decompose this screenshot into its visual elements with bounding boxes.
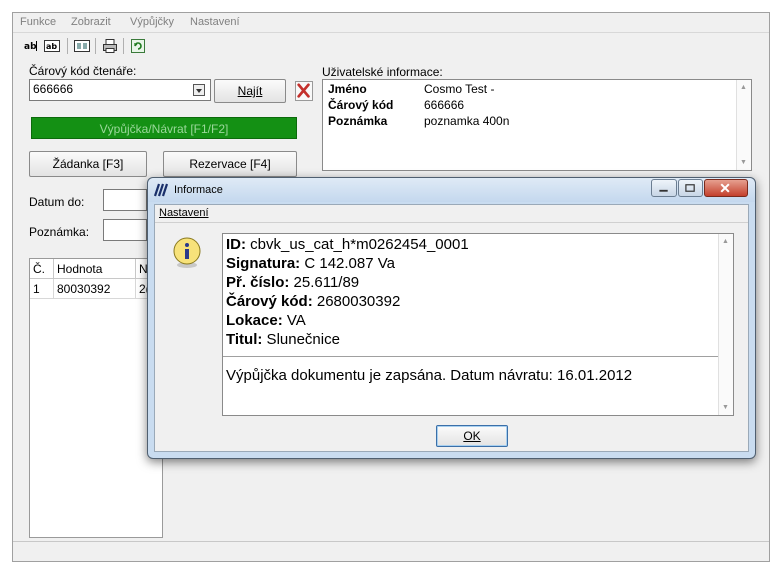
request-button[interactable]: Žádanka [F3] [29,151,147,177]
dialog-body: Nastavení ID: cbvk_us_cat_h*m0262454_000… [154,204,749,452]
minimize-button[interactable] [651,179,677,197]
info-icon [171,237,203,269]
loan-message: Výpůjčka dokumentu je zapsána. Datum náv… [226,367,633,384]
status-bar [13,541,769,561]
refresh-icon[interactable] [129,37,147,55]
close-button[interactable] [704,179,748,197]
user-info-scrollbar[interactable]: ▲ ▼ [736,80,751,170]
column-header-number[interactable]: Č. [30,259,54,279]
note-label: Poznámka: [29,225,90,239]
dialog-title: Informace [174,184,223,196]
loan-return-button[interactable]: Výpůjčka/Návrat [F1/F2] [31,117,297,139]
menu-funkce[interactable]: Funkce [20,16,56,28]
reader-barcode-input[interactable]: 666666 [29,79,211,101]
note-input[interactable] [103,219,147,241]
user-info-row: Jméno Cosmo Test - [328,82,495,96]
user-info-panel: Jméno Cosmo Test - Čárový kód 666666 Pozná… [322,79,752,171]
column-header-value[interactable]: Hodnota [54,259,136,279]
dropdown-arrow-icon[interactable] [193,84,205,96]
information-dialog: Informace Nastavení ID: cbvk_us_cat_h*m0… [147,177,756,459]
text-field-icon[interactable]: ab [23,37,41,55]
user-info-label: Uživatelské informace: [322,65,443,79]
svg-text:ab: ab [24,42,37,52]
app-logo-icon [153,183,170,197]
form-view-icon[interactable] [73,37,91,55]
dialog-title-bar[interactable]: Informace [148,178,755,202]
record-signature: Signatura: C 142.087 Va [226,255,395,272]
reservation-button[interactable]: Rezervace [F4] [163,151,297,177]
print-icon[interactable] [101,37,119,55]
find-button[interactable]: Najít [214,79,286,103]
dialog-message-box: ID: cbvk_us_cat_h*m0262454_0001 Signatur… [222,233,734,416]
message-scrollbar[interactable]: ▲ ▼ [718,234,733,415]
text-box-icon[interactable]: ab [43,37,61,55]
record-accession-number: Př. číslo: 25.611/89 [226,274,360,291]
record-title: Titul: Slunečnice [226,331,340,348]
toolbar: ab ab [13,35,769,57]
table-cell[interactable]: 80030392 [54,279,136,299]
clear-icon[interactable] [295,81,313,101]
record-barcode: Čárový kód: 2680030392 [226,293,401,310]
date-to-input[interactable] [103,189,147,211]
record-location: Lokace: VA [226,312,306,329]
dialog-menu-nastaveni[interactable]: Nastavení [159,207,209,219]
menu-zobrazit[interactable]: Zobrazit [71,16,111,28]
reader-barcode-value: 666666 [33,82,74,96]
ok-button[interactable]: OK [436,425,508,447]
user-info-row: Čárový kód 666666 [328,98,465,112]
record-id: ID: cbvk_us_cat_h*m0262454_0001 [226,236,469,253]
menu-vypujcky[interactable]: Výpůjčky [130,16,174,28]
svg-text:ab: ab [46,42,57,51]
table-cell[interactable]: 1 [30,279,54,299]
loans-table: Č. Hodnota N 1 80030392 2( [29,258,164,538]
message-divider [223,356,720,357]
maximize-button[interactable] [678,179,703,197]
user-info-row: Poznámka poznamka 400n [328,114,510,128]
date-to-label: Datum do: [29,195,85,209]
dialog-menu-bar: Nastavení [155,205,748,223]
menu-nastaveni[interactable]: Nastavení [190,16,240,28]
menu-bar: Funkce Zobrazit Výpůjčky Nastavení [13,13,769,33]
reader-barcode-label: Čárový kód čtenáře: [29,64,137,78]
